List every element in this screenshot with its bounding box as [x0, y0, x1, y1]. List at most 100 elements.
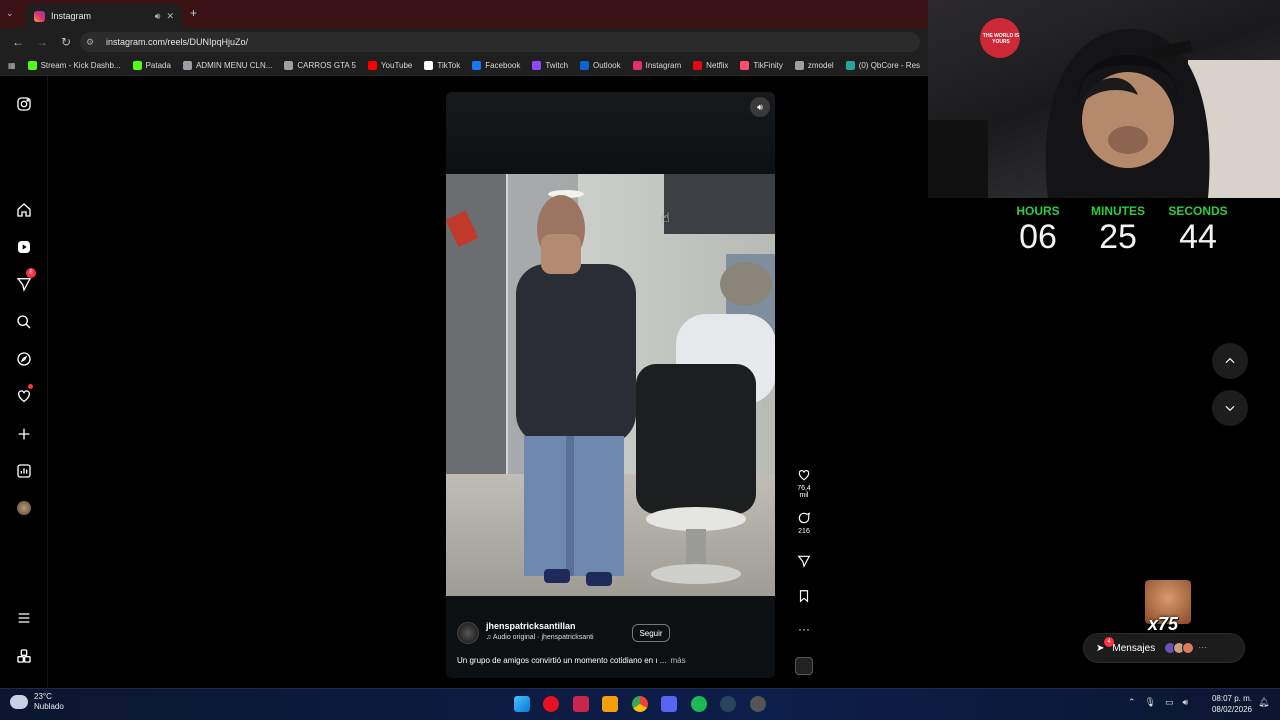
reel-caption: Un grupo de amigos convirtió un momento … — [457, 656, 686, 665]
audio-text: Audio original · jhenspatricksanti — [492, 634, 594, 641]
direct-messages-icon[interactable]: 6 — [14, 268, 36, 294]
reload-icon[interactable]: ↻ — [56, 32, 76, 52]
bookmark-item[interactable]: Stream - Kick Dashb... — [27, 61, 121, 70]
messages-badge: 4 — [1104, 636, 1114, 647]
audio-disc-icon[interactable] — [795, 657, 813, 675]
bookmark-favicon-icon — [693, 61, 703, 70]
author-avatar[interactable] — [457, 622, 479, 644]
explore-compass-icon[interactable] — [14, 349, 34, 369]
bookmark-item[interactable]: Facebook — [472, 61, 520, 70]
tab-audio-icon[interactable]: 🔊︎ — [155, 11, 161, 22]
share-action[interactable] — [793, 554, 815, 568]
tab-close-icon[interactable]: ✕ — [166, 11, 174, 22]
reels-icon[interactable] — [14, 237, 34, 257]
bookmark-label: YouTube — [380, 61, 413, 70]
bookmark-label: TikTok — [437, 61, 461, 70]
bookmark-favicon-icon — [424, 61, 434, 70]
dashboard-chart-icon[interactable] — [14, 461, 34, 481]
like-action[interactable]: 76,4 mil — [793, 468, 815, 499]
steam-icon[interactable] — [720, 696, 736, 712]
bookmark-item[interactable]: YouTube — [367, 61, 413, 70]
more-options-icon[interactable]: ··· — [793, 622, 815, 636]
new-tab-plus-icon[interactable]: + — [190, 6, 197, 20]
tab-title: Instagram — [51, 11, 92, 21]
bookmark-favicon-icon — [740, 61, 750, 70]
webcam-frame — [928, 18, 1280, 198]
notifications-heart-icon[interactable] — [14, 384, 34, 406]
bookmark-item[interactable]: Outlook — [580, 61, 621, 70]
reel-video-frame — [446, 174, 775, 596]
save-action[interactable] — [793, 589, 815, 603]
clock-date: 08/02/2026 — [1211, 705, 1252, 714]
windows-start-icon[interactable] — [514, 696, 530, 712]
app-triangle-icon[interactable] — [573, 696, 589, 712]
opera-icon[interactable] — [543, 696, 559, 712]
speaker-icon[interactable]: 🔊︎ — [1183, 697, 1189, 708]
tray-chevron-up-icon[interactable]: ⌃ — [1128, 697, 1136, 708]
bookmark-label: Instagram — [645, 61, 682, 70]
volume-icon[interactable]: 🔊︎ — [750, 97, 770, 117]
bookmark-item[interactable]: TikTok — [424, 61, 460, 70]
reel-video[interactable] — [446, 174, 775, 596]
bookmark-item[interactable]: Twitch — [532, 61, 568, 70]
comment-action[interactable]: 216 — [793, 511, 815, 535]
bookmark-item[interactable]: Patada — [132, 61, 171, 70]
weather-widget[interactable]: 23°C Nublado — [10, 692, 64, 712]
share-send-icon[interactable] — [797, 554, 811, 568]
bookmark-item[interactable]: CARROS GTA 5 — [284, 61, 356, 70]
tab-search-chevron-icon[interactable]: ⌄ — [6, 8, 14, 19]
heart-icon[interactable] — [797, 468, 811, 482]
spotify-icon[interactable] — [691, 696, 707, 712]
timer-seconds: SECONDS 44 — [1163, 204, 1233, 256]
instagram-logo-icon[interactable] — [14, 94, 34, 114]
messages-label: Mensajes — [1112, 642, 1156, 654]
site-info-icon[interactable]: ⚙︎ — [86, 37, 100, 48]
audio-label[interactable]: ♫ Audio original · jhenspatricksanti — [486, 634, 594, 641]
app-orange-icon[interactable] — [602, 696, 618, 712]
previous-reel-button[interactable] — [1212, 343, 1248, 379]
bookmark-item[interactable]: TikFinity — [740, 61, 783, 70]
profile-avatar[interactable] — [14, 498, 34, 518]
clock-time: 08:07 p. m. — [1211, 694, 1252, 703]
bookmark-item[interactable]: Instagram — [632, 61, 682, 70]
bookmark-favicon-icon — [182, 61, 192, 70]
bookmarks-bar: ▦ Stream - Kick Dashb... Patada ADMIN MENU… — [0, 56, 928, 76]
home-icon[interactable] — [14, 200, 34, 220]
chrome-icon[interactable] — [632, 696, 648, 712]
bookmark-item[interactable]: zmodel — [794, 61, 834, 70]
bookmark-favicon-icon — [580, 61, 590, 70]
cap-text: THE WORLD IS YOURS — [982, 33, 1020, 45]
next-reel-button[interactable] — [1212, 390, 1248, 426]
apps-grid-icon[interactable]: ▦ — [8, 61, 16, 70]
message-avatar — [1182, 642, 1195, 654]
microphone-icon[interactable]: 🎙︎ — [1145, 697, 1156, 708]
bookmark-item[interactable]: (0) QbCore - Res — [845, 61, 921, 70]
create-plus-icon[interactable] — [14, 424, 34, 444]
author-username[interactable]: jhenspatricksantillan — [486, 621, 576, 631]
bookmark-item[interactable]: ADMIN MENU CLN... — [182, 61, 272, 70]
tab-instagram[interactable]: Instagram 🔊︎ ✕ — [26, 4, 182, 28]
more-menu-icon[interactable] — [14, 608, 34, 628]
back-arrow-icon[interactable]: ← — [8, 32, 28, 52]
bookmark-label: (0) QbCore - Res — [858, 61, 921, 70]
taskbar-clock[interactable]: 08:07 p. m. 08/02/2026 — [1206, 693, 1252, 715]
also-from-meta-icon[interactable] — [14, 646, 34, 666]
bookmark-label: CARROS GTA 5 — [297, 61, 356, 70]
emote-multiplier: x75 — [1148, 614, 1179, 634]
bookmark-icon[interactable] — [797, 589, 811, 603]
messages-pill[interactable]: ➤ 4 Mensajes ··· — [1083, 633, 1245, 663]
hours-label: HOURS — [1016, 204, 1060, 218]
hand-cursor-icon: ☝︎ — [662, 210, 670, 225]
address-bar[interactable]: ⚙︎ instagram.com/reels/DUNIpqHjuZo/ — [80, 32, 920, 52]
forward-arrow-icon[interactable]: → — [32, 32, 52, 52]
timer-hours: HOURS 06 — [1003, 204, 1073, 256]
notification-bell-icon[interactable]: 🔔︎ — [1258, 697, 1269, 708]
network-icon[interactable]: ▭ — [1165, 697, 1174, 708]
bookmark-item[interactable]: Netflix — [693, 61, 728, 70]
more-link[interactable]: más — [670, 656, 685, 665]
follow-button[interactable]: Seguir — [632, 624, 670, 642]
comment-bubble-icon[interactable] — [797, 511, 811, 525]
search-icon[interactable] — [14, 312, 34, 332]
discord-icon[interactable] — [661, 696, 677, 712]
obs-icon[interactable] — [750, 696, 766, 712]
